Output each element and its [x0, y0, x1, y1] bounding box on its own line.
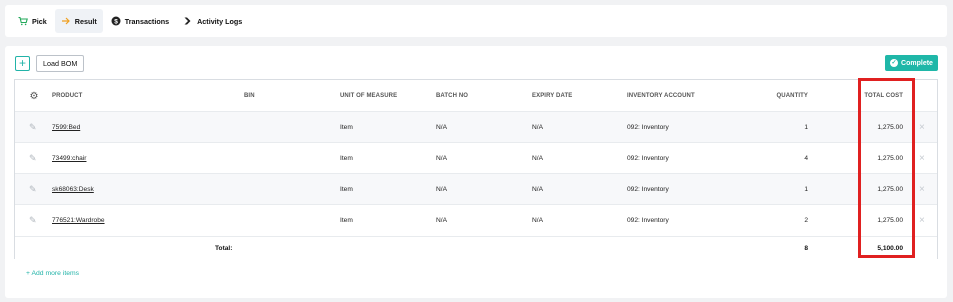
total-label: Total: [215, 244, 233, 252]
add-button[interactable]: + [15, 56, 30, 71]
product-link[interactable]: 776521:Wardrobe [52, 205, 105, 235]
quantity-cell: 2 [804, 216, 808, 224]
table-row: ✎ 7599:Bed Item N/A N/A 092: Inventory 1… [15, 111, 937, 142]
complete-button[interactable]: ✓ Complete [885, 55, 938, 71]
account-cell: 092: Inventory [627, 216, 669, 224]
total-quantity: 8 [804, 244, 808, 252]
remove-row-icon[interactable]: × [919, 174, 925, 204]
table-row: ✎ 73499:chair Item N/A N/A 092: Inventor… [15, 142, 937, 173]
check-circle-icon: ✓ [890, 59, 899, 67]
expiry-cell: N/A [532, 154, 543, 162]
tab-pick[interactable]: Pick [12, 9, 53, 33]
quantity-cell: 1 [804, 123, 808, 131]
svg-text:$: $ [114, 18, 118, 25]
expiry-cell: N/A [532, 185, 543, 193]
uom-cell: Item [340, 123, 353, 131]
batch-cell: N/A [436, 154, 447, 162]
product-link[interactable]: 7599:Bed [52, 112, 80, 142]
header-expiry-date: EXPIRY DATE [532, 93, 573, 99]
batch-cell: N/A [436, 123, 447, 131]
dollar-circle-icon: $ [111, 16, 121, 26]
tab-result[interactable]: Result [54, 9, 103, 33]
total-cost-cell: 1,275.00 [877, 185, 903, 193]
settings-gear-icon[interactable]: ⚙ [27, 80, 41, 112]
header-unit-of-measure: UNIT OF MEASURE [340, 93, 398, 99]
uom-cell: Item [340, 216, 353, 224]
header-bin: BIN [244, 93, 255, 99]
header-inventory-account: INVENTORY ACCOUNT [627, 93, 695, 99]
play-arrow-icon [183, 16, 193, 26]
remove-row-icon[interactable]: × [919, 143, 925, 173]
uom-cell: Item [340, 185, 353, 193]
total-cost-cell: 1,275.00 [877, 216, 903, 224]
table-row: ✎ sk68063:Desk Item N/A N/A 092: Invento… [15, 173, 937, 204]
tab-activity-logs-label: Activity Logs [197, 16, 243, 26]
total-cost-cell: 1,275.00 [877, 123, 903, 131]
remove-row-icon[interactable]: × [919, 205, 925, 235]
expiry-cell: N/A [532, 123, 543, 131]
header-quantity: QUANTITY [776, 93, 808, 99]
edit-pencil-icon[interactable]: ✎ [29, 112, 37, 142]
tab-activity-logs[interactable]: Activity Logs [177, 9, 248, 33]
tab-result-label: Result [74, 16, 97, 26]
load-bom-button[interactable]: Load BOM [36, 55, 85, 72]
header-total-cost: TOTAL COST [864, 93, 903, 99]
header-product: PRODUCT [52, 93, 83, 99]
total-cost: 5,100.00 [877, 244, 903, 252]
total-row: Total: 8 5,100.00 [15, 236, 937, 259]
items-table: ⚙ PRODUCT BIN UNIT OF MEASURE BATCH NO E… [14, 79, 938, 259]
total-cost-cell: 1,275.00 [877, 154, 903, 162]
result-panel: + Load BOM ✓ Complete ⚙ PRODUCT BIN UNIT… [5, 46, 947, 298]
account-cell: 092: Inventory [627, 185, 669, 193]
batch-cell: N/A [436, 216, 447, 224]
tab-transactions[interactable]: $ Transactions [105, 9, 175, 33]
table-row: ✎ 776521:Wardrobe Item N/A N/A 092: Inve… [15, 204, 937, 235]
expiry-cell: N/A [532, 216, 543, 224]
complete-button-label: Complete [901, 59, 933, 67]
uom-cell: Item [340, 154, 353, 162]
tab-transactions-label: Transactions [124, 16, 170, 26]
product-link[interactable]: sk68063:Desk [52, 174, 94, 204]
remove-row-icon[interactable]: × [919, 112, 925, 142]
arrow-right-icon [61, 16, 71, 26]
edit-pencil-icon[interactable]: ✎ [29, 143, 37, 173]
header-batch-no: BATCH NO [436, 93, 469, 99]
account-cell: 092: Inventory [627, 154, 669, 162]
edit-pencil-icon[interactable]: ✎ [29, 174, 37, 204]
tab-pick-label: Pick [32, 16, 47, 26]
account-cell: 092: Inventory [627, 123, 669, 131]
tab-bar: Pick Result $ Transactions Activity Logs [5, 5, 947, 37]
cart-icon [18, 16, 28, 26]
quantity-cell: 4 [804, 154, 808, 162]
add-more-items-link[interactable]: + Add more items [26, 270, 79, 277]
table-header: ⚙ PRODUCT BIN UNIT OF MEASURE BATCH NO E… [15, 80, 937, 112]
product-link[interactable]: 73499:chair [52, 143, 86, 173]
batch-cell: N/A [436, 185, 447, 193]
quantity-cell: 1 [804, 185, 808, 193]
edit-pencil-icon[interactable]: ✎ [29, 205, 37, 235]
